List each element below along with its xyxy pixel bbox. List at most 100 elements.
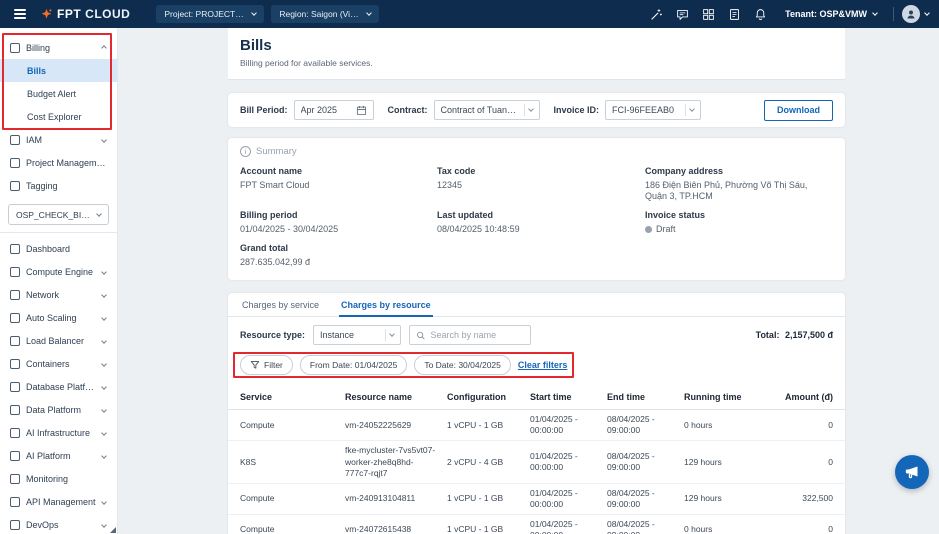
table-cell: vm-24072615438 (345, 524, 412, 534)
summary-header: Summary (240, 146, 833, 157)
info-icon (240, 146, 251, 157)
sidebar-item-network[interactable]: Network (0, 283, 117, 306)
support-chat-icon[interactable] (671, 3, 693, 25)
sidebar-item-dashboard[interactable]: Dashboard (0, 237, 117, 260)
console-wand-icon[interactable] (645, 3, 667, 25)
table-cell: 08/04/2025 - 09:00:00 (607, 414, 655, 436)
invoice-id-label: Invoice ID: (553, 105, 600, 115)
menu-toggle-button[interactable] (10, 5, 30, 23)
tenant-selector[interactable]: Tenant: OSP&VMW (785, 9, 878, 19)
charges-card: Charges by service Charges by resource Re… (228, 293, 845, 534)
apps-grid-icon[interactable] (697, 3, 719, 25)
table-cell: 129 hours (684, 493, 722, 504)
chevron-down-icon (101, 498, 107, 505)
invoice-id-select[interactable]: FCI-96FEEAB0 (605, 100, 702, 120)
sidebar-scroll-indicator (110, 527, 116, 533)
resource-type-select[interactable]: Instance (313, 325, 402, 346)
clear-filters-link[interactable]: Clear filters (518, 360, 568, 370)
fpt-cloud-logo: FPT CLOUD (40, 7, 130, 21)
select-divider (685, 104, 687, 116)
field-value: 08/04/2025 10:48:59 (437, 224, 520, 235)
sidebar-item-containers[interactable]: Containers (0, 352, 117, 375)
sidebar-item-budget-alert[interactable]: Budget Alert (0, 82, 117, 105)
filter-chip-0[interactable]: From Date: 01/04/2025 (299, 355, 408, 376)
search-icon (417, 331, 425, 340)
sidebar-item-label: Bills (27, 65, 47, 76)
compute-engine-icon (10, 266, 20, 277)
download-button[interactable]: Download (764, 99, 833, 121)
search-box (409, 325, 532, 346)
table-cell: 322,500 (802, 493, 833, 504)
column-header-resource-name: Resource name (345, 391, 413, 402)
notifications-bell-icon[interactable] (749, 3, 771, 25)
chevron-down-icon (924, 10, 930, 16)
sidebar-item-project-management[interactable]: Project Management (0, 151, 117, 174)
field-label: Grand total (240, 243, 289, 254)
column-header-service: Service (240, 391, 273, 402)
ai-platform-icon (10, 450, 20, 461)
sidebar-item-billing[interactable]: Billing (0, 36, 117, 59)
sidebar-item-load-balancer[interactable]: Load Balancer (0, 329, 117, 352)
monitoring-icon (10, 473, 20, 484)
project-selector[interactable]: Project: PROJECT_OS... (156, 5, 265, 23)
sidebar-item-ai-platform[interactable]: AI Platform (0, 444, 117, 467)
sidebar-item-auto-scaling[interactable]: Auto Scaling (0, 306, 117, 329)
iam-icon (10, 134, 20, 145)
sidebar-item-database-platform[interactable]: Database Platform (0, 375, 117, 398)
sidebar-item-label: AI Platform (26, 450, 71, 461)
table-row[interactable]: Compute vm-24052225629 1 vCPU - 1 GB 01/04/… (228, 410, 845, 442)
project-scope-select[interactable]: OSP_CHECK_BILL_001 (8, 204, 109, 225)
table-cell: 129 hours (684, 456, 722, 467)
field-label: Invoice status (645, 210, 706, 221)
summary-account-name: Account name FPT Smart Cloud (240, 166, 437, 202)
sidebar-item-ai-infrastructure[interactable]: AI Infrastructure (0, 421, 117, 444)
filter-row: Filter From Date: 01/04/2025 To Date: 30/… (233, 352, 575, 379)
search-input[interactable] (430, 330, 525, 341)
sidebar-item-label: Project Management (26, 157, 108, 168)
chevron-down-icon (527, 106, 534, 112)
sidebar-item-monitoring[interactable]: Monitoring (0, 467, 117, 490)
table-cell: 1 vCPU - 1 GB (447, 493, 504, 504)
tagging-icon (10, 180, 20, 191)
project-selector-value: Project: PROJECT_OS... (164, 9, 247, 19)
contract-select[interactable]: Contract of Tuannn52... (433, 100, 540, 120)
chevron-up-icon (101, 44, 107, 51)
table-cell: 01/04/2025 - 00:00:00 (530, 518, 578, 534)
table-header-row: Service Resource name Configuration Start t… (228, 384, 845, 411)
table-row[interactable]: Compute vm-24072615438 1 vCPU - 1 GB 01/04/… (228, 515, 845, 534)
filter-chip-1[interactable]: To Date: 30/04/2025 (414, 355, 511, 376)
sidebar-item-iam[interactable]: IAM (0, 128, 117, 151)
sidebar-item-devops[interactable]: DevOps (0, 513, 117, 534)
sidebar-item-data-platform[interactable]: Data Platform (0, 398, 117, 421)
documentation-icon[interactable] (723, 3, 745, 25)
bill-period-input[interactable]: Apr 2025 (293, 100, 374, 120)
chevron-down-icon (689, 106, 695, 112)
table-cell: 1 vCPU - 1 GB (447, 419, 504, 430)
sidebar-item-label: Compute Engine (26, 266, 94, 277)
tab-charges-by-service[interactable]: Charges by service (240, 293, 321, 317)
bill-period-label: Bill Period: (240, 105, 288, 115)
region-selector-value: Region: Saigon (Vietn... (279, 9, 362, 19)
sidebar-item-compute-engine[interactable]: Compute Engine (0, 260, 117, 283)
chevron-down-icon (101, 337, 107, 344)
table-row[interactable]: K8S fke-mycluster-7vs5vt07-worker-zhe8q8h… (228, 441, 845, 484)
tab-charges-by-resource[interactable]: Charges by resource (339, 293, 433, 318)
column-header-configuration: Configuration (447, 391, 506, 402)
sidebar-item-label: Monitoring (26, 473, 69, 484)
total-value: 2,157,500 đ (784, 330, 833, 341)
filter-button[interactable]: Filter (240, 355, 293, 376)
project-management-icon (10, 157, 20, 168)
user-avatar[interactable] (902, 5, 930, 23)
feedback-fab[interactable] (895, 455, 929, 489)
region-selector[interactable]: Region: Saigon (Vietn... (271, 5, 380, 23)
sidebar-item-bills[interactable]: Bills (0, 59, 117, 82)
table-cell: 0 (828, 419, 833, 430)
sidebar-item-tagging[interactable]: Tagging (0, 174, 117, 197)
sidebar-item-api-management[interactable]: API Management (0, 490, 117, 513)
chevron-down-icon (101, 521, 107, 528)
containers-icon (10, 358, 20, 369)
dashboard-icon (10, 243, 20, 254)
sidebar-item-cost-explorer[interactable]: Cost Explorer (0, 105, 117, 128)
table-row[interactable]: Compute vm-240913104811 1 vCPU - 1 GB 01/04… (228, 484, 845, 515)
devops-icon (10, 519, 20, 530)
